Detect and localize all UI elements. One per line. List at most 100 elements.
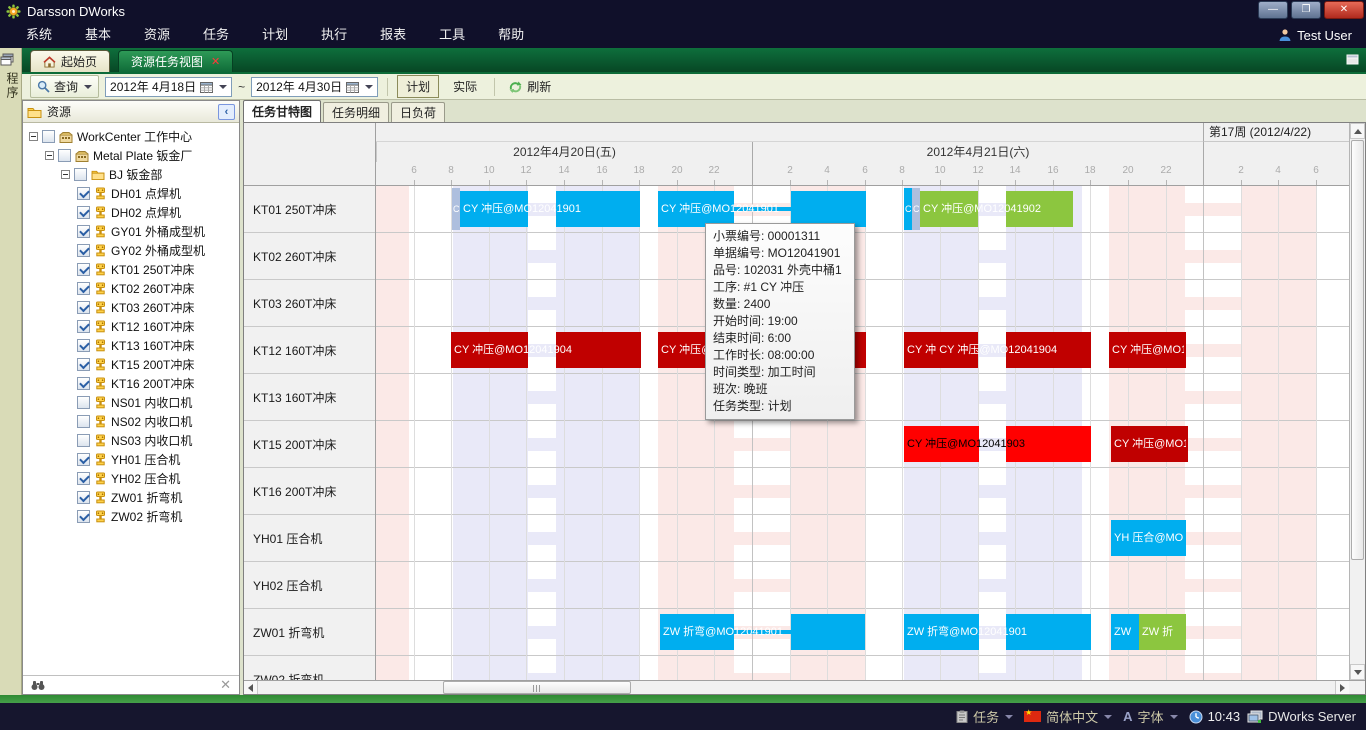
close-button[interactable]: ✕ [1324,1,1364,19]
restore-button[interactable]: ❐ [1291,1,1321,19]
menu-item-工具[interactable]: 工具 [427,22,477,48]
tree-expander-icon[interactable] [45,151,54,160]
menu-item-执行[interactable]: 执行 [309,22,359,48]
find-binoculars-icon[interactable] [31,680,45,691]
menu-item-系统[interactable]: 系统 [14,22,64,48]
gantt-task-sliver[interactable]: C [452,188,460,230]
menu-item-基本[interactable]: 基本 [73,22,123,48]
tree-item-NS03[interactable]: NS03 内收口机 [23,431,239,450]
tree-item-GY01[interactable]: GY01 外桶成型机 [23,222,239,241]
tree-item-KT16[interactable]: KT16 200T冲床 [23,374,239,393]
tree-checkbox[interactable] [77,434,90,447]
plan-toggle-button[interactable]: 计划 [397,75,439,98]
tree-item-DH01[interactable]: DH01 点焊机 [23,184,239,203]
collapse-panel-button[interactable]: ‹ [218,104,235,120]
tree-checkbox[interactable] [74,168,87,181]
tree-item-BJ[interactable]: BJ 钣金部 [23,165,239,184]
tree-item-DH02[interactable]: DH02 点焊机 [23,203,239,222]
tree-checkbox[interactable] [42,130,55,143]
menu-item-任务[interactable]: 任务 [191,22,241,48]
tab-home[interactable]: 起始页 [30,50,110,72]
gantt-task-bar[interactable]: CY 冲压@MO1 [1109,332,1186,368]
gantt-task-bar[interactable]: CY 冲压@MO12041902 [920,191,1073,227]
tree-item-KT15[interactable]: KT15 200T冲床 [23,355,239,374]
tree-item-Metal[interactable]: Metal Plate 钣金厂 [23,146,239,165]
tree-item-NS01[interactable]: NS01 内收口机 [23,393,239,412]
tree-item-KT13[interactable]: KT13 160T冲床 [23,336,239,355]
tree-checkbox[interactable] [77,263,90,276]
minimize-button[interactable]: — [1258,1,1288,19]
gantt-task-bar[interactable]: ZW 折弯@MO12041901 [660,614,865,650]
scroll-down-icon[interactable] [1350,664,1365,680]
gantt-task-bar[interactable]: CY 冲压@MO12041903 [904,426,1091,462]
refresh-button[interactable]: 刷新 [504,76,555,97]
tree-item-ZW02[interactable]: ZW02 折弯机 [23,507,239,526]
tree-checkbox[interactable] [77,453,90,466]
tree-item-WorkCenter[interactable]: WorkCenter 工作中心 [23,127,239,146]
view-tab-日负荷[interactable]: 日负荷 [391,102,445,122]
vertical-scroll-thumb[interactable] [1351,140,1364,560]
scroll-left-icon[interactable] [244,681,258,694]
tree-checkbox[interactable] [77,472,90,485]
tabstrip-window-icon[interactable] [1345,53,1360,66]
tree-item-KT12[interactable]: KT12 160T冲床 [23,317,239,336]
tree-checkbox[interactable] [77,206,90,219]
tree-checkbox[interactable] [77,339,90,352]
program-strip-label[interactable]: 程序 [4,72,21,100]
tree-expander-icon[interactable] [29,132,38,141]
view-tab-任务明细[interactable]: 任务明细 [323,102,389,122]
date-from-field[interactable]: 2012年 4月18日 [105,77,232,97]
menu-item-报表[interactable]: 报表 [368,22,418,48]
gantt-task-bar[interactable]: ZW [1111,614,1139,650]
horizontal-scroll-thumb[interactable] [443,681,631,694]
gantt-task-sliver[interactable]: C [912,188,920,230]
tree-checkbox[interactable] [77,225,90,238]
vertical-scrollbar[interactable] [1349,123,1365,680]
tree-checkbox[interactable] [77,301,90,314]
status-server[interactable]: DWorks Server [1247,709,1356,724]
tree-checkbox[interactable] [77,415,90,428]
tree-checkbox[interactable] [77,187,90,200]
tab-close-icon[interactable]: ✕ [211,55,220,68]
tree-checkbox[interactable] [77,396,90,409]
tree-expander-icon[interactable] [61,170,70,179]
gantt-task-bar[interactable]: CY 冲压@MO12041901 [460,191,640,227]
windows-stack-icon[interactable] [0,53,21,66]
tree-item-GY02[interactable]: GY02 外桶成型机 [23,241,239,260]
status-font-menu[interactable]: A 字体 [1123,707,1181,726]
gantt-task-bar[interactable]: CY 冲压@MO12041904 [451,332,641,368]
clear-filter-icon[interactable]: ✕ [220,677,231,693]
tab-resource-task-view[interactable]: 资源任务视图 ✕ [118,50,233,72]
gantt-task-bar[interactable]: CY 冲 CY 冲压@MO12041904 [904,332,1091,368]
date-to-field[interactable]: 2012年 4月30日 [251,77,378,97]
tree-checkbox[interactable] [77,244,90,257]
menu-item-资源[interactable]: 资源 [132,22,182,48]
horizontal-scrollbar[interactable] [244,680,1365,694]
tree-item-NS02[interactable]: NS02 内收口机 [23,412,239,431]
gantt-task-bar[interactable]: CY 冲压@MO1 [1111,426,1188,462]
scroll-right-icon[interactable] [1335,681,1349,694]
gantt-task-sliver[interactable]: C [904,188,912,230]
tree-checkbox[interactable] [77,282,90,295]
tree-checkbox[interactable] [77,320,90,333]
tree-item-YH01[interactable]: YH01 压合机 [23,450,239,469]
gantt-body[interactable]: CCY 冲压@MO12041901CY 冲压@MO12041901CCCY 冲压… [376,186,1349,680]
scroll-up-icon[interactable] [1350,123,1365,139]
status-language-menu[interactable]: 简体中文 [1024,707,1116,726]
tree-item-ZW01[interactable]: ZW01 折弯机 [23,488,239,507]
tree-item-KT01[interactable]: KT01 250T冲床 [23,260,239,279]
gantt-task-bar[interactable]: ZW 折 [1139,614,1186,650]
tree-item-KT03[interactable]: KT03 260T冲床 [23,298,239,317]
query-button[interactable]: 查询 [30,75,99,98]
tree-item-YH02[interactable]: YH02 压合机 [23,469,239,488]
status-task-menu[interactable]: 任务 [956,707,1017,726]
tree-checkbox[interactable] [77,510,90,523]
view-tab-任务甘特图[interactable]: 任务甘特图 [243,100,321,122]
menu-item-帮助[interactable]: 帮助 [486,22,536,48]
tree-checkbox[interactable] [77,491,90,504]
gantt-task-bar[interactable]: YH 压合@MO1 [1111,520,1186,556]
tree-checkbox[interactable] [77,377,90,390]
actual-toggle-button[interactable]: 实际 [445,76,485,97]
menu-item-计划[interactable]: 计划 [250,22,300,48]
tree-checkbox[interactable] [58,149,71,162]
